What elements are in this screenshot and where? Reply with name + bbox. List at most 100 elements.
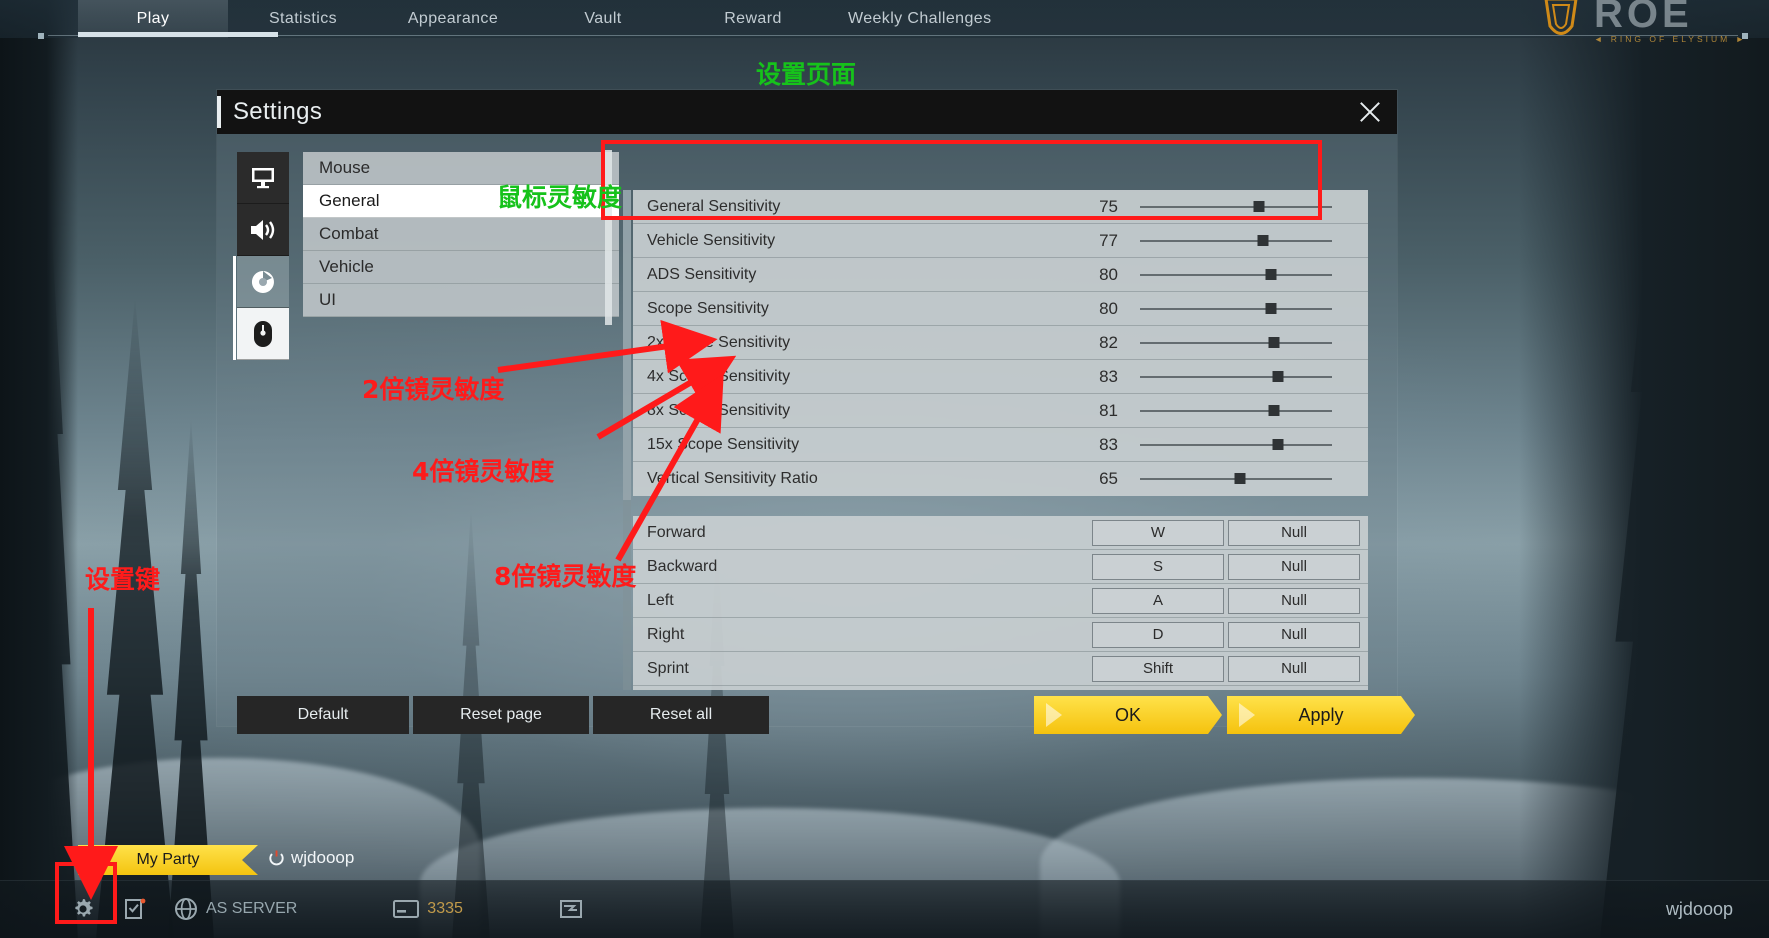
mouse-icon: [254, 320, 272, 347]
rail-item-audio[interactable]: [237, 204, 289, 256]
sensitivity-slider[interactable]: [1140, 224, 1332, 258]
my-party-label: My Party: [136, 851, 200, 868]
nav-tab-label: Weekly Challenges: [848, 10, 992, 27]
sensitivity-row[interactable]: Vertical Sensitivity Ratio 65: [633, 462, 1368, 496]
category-vehicle[interactable]: Vehicle: [303, 251, 619, 284]
keybind-action: Backward: [647, 557, 718, 575]
sensitivity-slider[interactable]: [1140, 190, 1332, 224]
mission-button[interactable]: [124, 897, 146, 921]
my-party-badge[interactable]: My Party: [78, 845, 258, 875]
currency-display[interactable]: 3335: [393, 900, 463, 918]
keybind-primary[interactable]: S: [1092, 553, 1224, 580]
sensitivity-row[interactable]: 2x Scope Sensitivity 82: [633, 326, 1368, 360]
keybind-primary[interactable]: Shift: [1092, 655, 1224, 682]
nav-tab-weekly-challenges[interactable]: Weekly Challenges: [828, 0, 1011, 38]
nav-tab-label: Play: [136, 10, 170, 27]
current-user-label: wjdooop: [1665, 898, 1733, 919]
party-member-name: wjdooop: [291, 848, 355, 867]
nav-tab-appearance[interactable]: Appearance: [378, 0, 528, 38]
scene-vignette-right: [1519, 0, 1769, 938]
keybind-secondary[interactable]: Null: [1228, 587, 1360, 614]
category-label: Vehicle: [319, 257, 374, 276]
nav-tab-label: Vault: [584, 10, 622, 27]
sensitivity-row[interactable]: General Sensitivity 75: [633, 190, 1368, 224]
keybind-primary[interactable]: A: [1092, 587, 1224, 614]
keybind-action: Left: [647, 591, 674, 609]
inbox-button[interactable]: [559, 898, 583, 920]
keybind-action: Right: [647, 625, 685, 643]
sensitivity-label: 8x Scope Sensitivity: [647, 401, 791, 419]
settings-button-row: Default Reset page Reset all OK Apply: [237, 696, 1377, 734]
sensitivity-value: 83: [1099, 366, 1118, 386]
category-label: UI: [319, 290, 336, 309]
nav-tab-vault[interactable]: Vault: [528, 0, 678, 38]
keybind-secondary[interactable]: Null: [1228, 621, 1360, 648]
logo-text-group: ROE ◄ RING OF ELYSIUM ►: [1594, 0, 1747, 44]
server-selector[interactable]: AS SERVER: [174, 897, 297, 921]
sensitivity-label: ADS Sensitivity: [647, 265, 757, 283]
default-button[interactable]: Default: [237, 696, 409, 734]
keybind-row: Backward S Null: [633, 550, 1368, 584]
keybind-secondary[interactable]: Null: [1228, 655, 1360, 682]
apply-button[interactable]: Apply: [1227, 696, 1415, 734]
settings-gear-button[interactable]: [70, 896, 96, 922]
power-icon: [269, 850, 284, 865]
rail-item-gameplay[interactable]: [233, 256, 289, 308]
nav-underline: [38, 33, 1748, 39]
category-combat[interactable]: Combat: [303, 218, 619, 251]
nav-tab-label: Appearance: [407, 10, 499, 27]
elysium-crest-icon: [1544, 0, 1578, 35]
sensitivity-slider[interactable]: [1140, 360, 1332, 394]
rail-item-display[interactable]: [237, 152, 289, 204]
keybind-secondary[interactable]: Null: [1228, 553, 1360, 580]
sensitivity-value: 75: [1099, 196, 1118, 216]
sensitivity-row[interactable]: 8x Scope Sensitivity 81: [633, 394, 1368, 428]
settings-title: Settings: [233, 98, 323, 125]
button-label: Reset all: [649, 706, 713, 723]
sensitivity-row[interactable]: 15x Scope Sensitivity 83: [633, 428, 1368, 462]
status-bar: AS SERVER 3335 wjdooop: [0, 880, 1769, 938]
sensitivity-row[interactable]: Scope Sensitivity 80: [633, 292, 1368, 326]
sensitivity-row[interactable]: ADS Sensitivity 80: [633, 258, 1368, 292]
rail-item-controls[interactable]: [233, 308, 289, 360]
sensitivity-slider[interactable]: [1140, 462, 1332, 496]
detail-scrollbar[interactable]: [623, 190, 631, 690]
sensitivity-list: General Sensitivity 75 Vehicle Sensitivi…: [633, 190, 1368, 496]
sensitivity-value: 83: [1099, 434, 1118, 454]
category-ui[interactable]: UI: [303, 284, 619, 317]
category-scroll-rail[interactable]: [605, 150, 612, 325]
nav-tab-label: Statistics: [268, 10, 337, 27]
keybind-list: Forward W Null Backward S Null Left A Nu…: [633, 516, 1368, 690]
sensitivity-label: Vehicle Sensitivity: [647, 231, 776, 249]
keybind-secondary[interactable]: Null: [1228, 519, 1360, 546]
sensitivity-row[interactable]: Vehicle Sensitivity 77: [633, 224, 1368, 258]
category-general[interactable]: General: [303, 185, 619, 218]
sensitivity-slider[interactable]: [1140, 292, 1332, 326]
sensitivity-slider[interactable]: [1140, 326, 1332, 360]
sensitivity-value: 81: [1099, 400, 1118, 420]
sensitivity-slider[interactable]: [1140, 428, 1332, 462]
sensitivity-row[interactable]: 4x Scope Sensitivity 83: [633, 360, 1368, 394]
ok-button[interactable]: OK: [1034, 696, 1222, 734]
monitor-icon: [252, 167, 274, 188]
currency-amount: 3335: [427, 900, 463, 917]
party-member: wjdooop: [268, 848, 354, 868]
button-label: Apply: [1298, 704, 1344, 725]
sensitivity-label: 15x Scope Sensitivity: [647, 435, 800, 453]
sensitivity-label: 4x Scope Sensitivity: [647, 367, 791, 385]
nav-tab-reward[interactable]: Reward: [678, 0, 828, 38]
keybind-primary[interactable]: D: [1092, 621, 1224, 648]
button-label: Default: [297, 706, 349, 723]
sensitivity-slider[interactable]: [1140, 394, 1332, 428]
keybind-row: Left A Null: [633, 584, 1368, 618]
detail-scrollbar-thumb[interactable]: [623, 190, 631, 500]
sensitivity-slider[interactable]: [1140, 258, 1332, 292]
category-mouse[interactable]: Mouse: [303, 152, 619, 185]
reset-all-button[interactable]: Reset all: [593, 696, 769, 734]
reset-page-button[interactable]: Reset page: [413, 696, 589, 734]
gameplay-icon: [251, 270, 274, 293]
close-icon[interactable]: [1357, 99, 1383, 125]
settings-titlebar: Settings: [217, 90, 1397, 134]
keybind-primary[interactable]: W: [1092, 519, 1224, 546]
settings-body: Mouse General Combat Vehicle UI General …: [217, 134, 1397, 734]
